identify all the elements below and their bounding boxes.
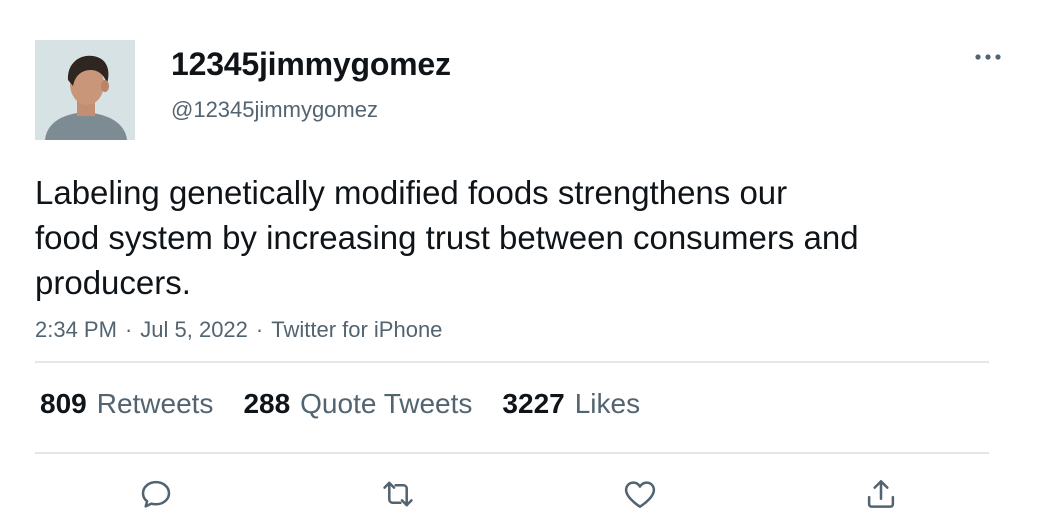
heart-icon — [624, 481, 656, 508]
likes-count: 3227 — [502, 388, 565, 419]
tweet-text-line: Labeling genetically modified foods stre… — [35, 174, 788, 211]
reply-icon — [141, 480, 171, 508]
retweet-button[interactable] — [376, 472, 420, 516]
retweets-label: Retweets — [96, 388, 214, 419]
divider — [35, 452, 989, 454]
retweet-icon — [383, 481, 413, 507]
meta-separator: · — [124, 317, 133, 342]
quote-tweets-count: 288 — [243, 388, 291, 419]
meta-separator: · — [255, 317, 264, 342]
quote-tweets-label: Quote Tweets — [300, 388, 473, 419]
action-bar — [0, 472, 1050, 516]
display-name[interactable]: 12345jimmygomez — [171, 44, 451, 84]
share-icon — [867, 480, 895, 508]
more-dots-icon[interactable] — [968, 42, 1008, 72]
tweet-source[interactable]: Twitter for iPhone — [271, 315, 442, 345]
share-button[interactable] — [859, 472, 903, 516]
divider — [35, 361, 989, 363]
tweet-time[interactable]: 2:34 PM — [35, 315, 117, 345]
quote-tweets-stat[interactable]: 288 Quote Tweets — [243, 386, 472, 422]
tweet-text: Labeling genetically modified foods stre… — [35, 170, 985, 305]
likes-stat[interactable]: 3227 Likes — [502, 386, 640, 422]
tweet-meta: 2:34 PM · Jul 5, 2022 · Twitter for iPho… — [35, 315, 442, 345]
likes-label: Likes — [574, 388, 641, 419]
tweet-stats: 809 Retweets 288 Quote Tweets 3227 Likes — [40, 386, 670, 422]
tweet-text-line: producers. — [35, 264, 191, 301]
tweet-date[interactable]: Jul 5, 2022 — [140, 315, 248, 345]
retweets-stat[interactable]: 809 Retweets — [40, 386, 213, 422]
reply-button[interactable] — [134, 472, 178, 516]
tweet-text-line: food system by increasing trust between … — [35, 219, 859, 256]
retweets-count: 809 — [40, 388, 87, 419]
avatar[interactable] — [35, 40, 135, 140]
profile-photo — [35, 40, 135, 140]
user-handle[interactable]: @12345jimmygomez — [171, 96, 378, 124]
like-button[interactable] — [618, 472, 662, 516]
